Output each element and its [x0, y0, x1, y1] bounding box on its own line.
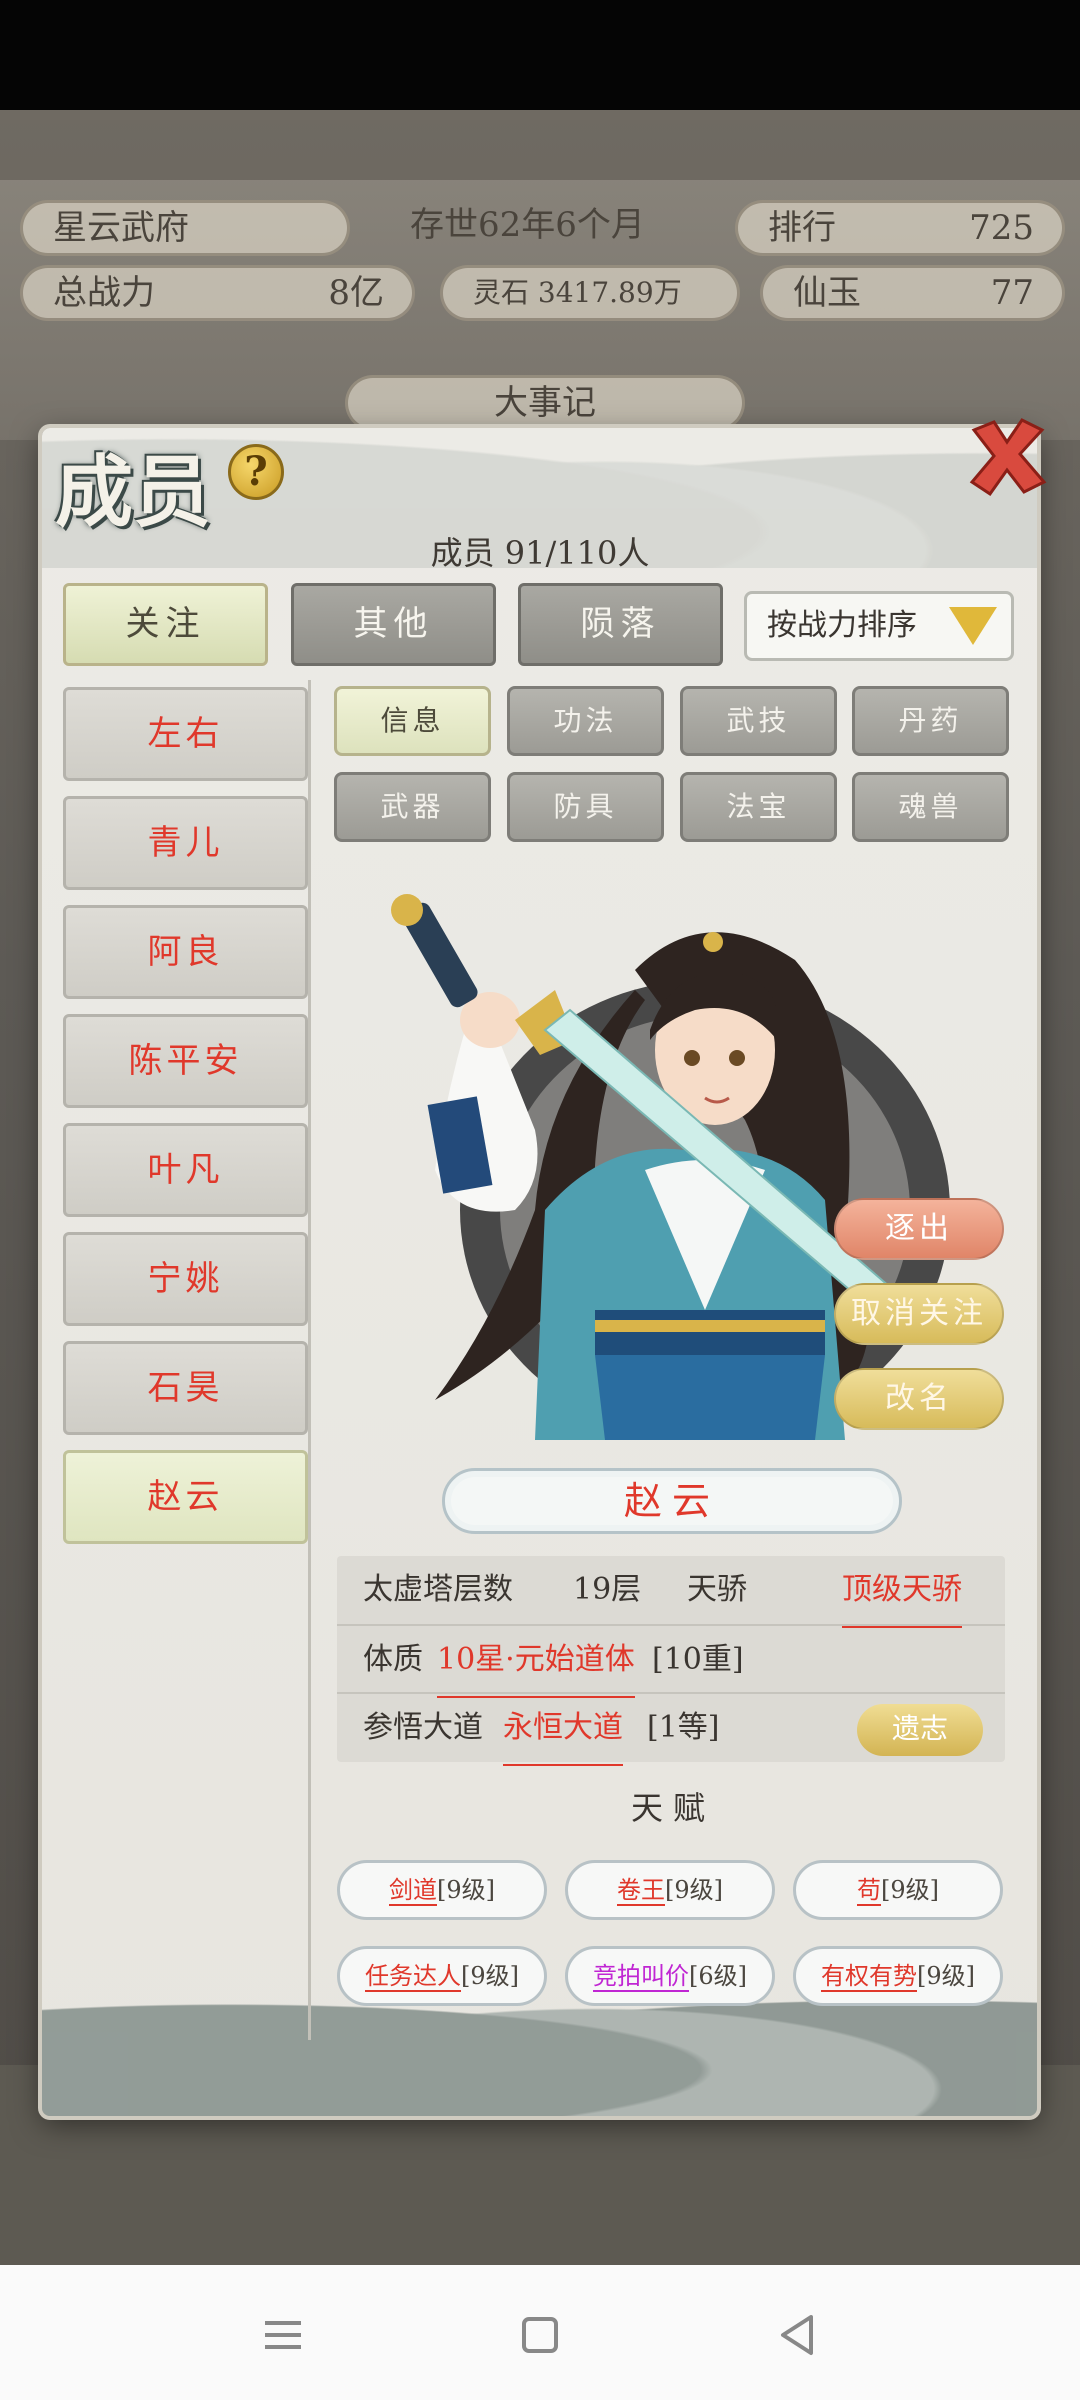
subtab-martial-skills[interactable]: 武技: [680, 686, 837, 756]
subtab-info[interactable]: 信息: [334, 686, 491, 756]
dao-value: 永恒大道: [503, 1694, 623, 1766]
member-item[interactable]: 陈平安: [63, 1014, 308, 1108]
subtab-armor[interactable]: 防具: [507, 772, 664, 842]
power-value: 8亿: [328, 273, 384, 313]
member-item[interactable]: 青儿: [63, 796, 308, 890]
close-icon[interactable]: [962, 412, 1052, 502]
system-nav-bar: [0, 2265, 1080, 2400]
talent-name: 苟: [857, 1876, 881, 1906]
sort-dropdown[interactable]: 按战力排序: [744, 591, 1014, 661]
talent-name: 剑道: [389, 1876, 437, 1906]
survival-time: 存世62年6个月: [410, 205, 645, 245]
physique-level: [10重]: [652, 1642, 744, 1677]
physique-label: 体质: [363, 1642, 423, 1677]
back-icon[interactable]: [757, 2295, 837, 2375]
stats-row-physique: 体质 10星·元始道体 [10重]: [337, 1624, 1005, 1698]
member-item[interactable]: 石昊: [63, 1341, 308, 1435]
member-item[interactable]: 宁姚: [63, 1232, 308, 1326]
rank-value: 顶级天骄: [842, 1556, 962, 1628]
unfollow-button[interactable]: 取消关注: [834, 1283, 1004, 1345]
talent-level: [9级]: [917, 1962, 975, 1990]
rank-value: 725: [969, 208, 1034, 248]
talent-title: 天赋: [630, 1789, 715, 1827]
talent-name: 有权有势: [821, 1962, 917, 1992]
tower-label: 太虚塔层数: [363, 1572, 513, 1607]
jade-value: 77: [990, 273, 1034, 313]
stats-panel: 太虚塔层数 19层 天骄 顶级天骄 体质 10星·元始道体 [10重] 参悟大道…: [337, 1556, 1005, 1766]
talent-badge[interactable]: 剑道[9级]: [337, 1860, 547, 1920]
tab-following[interactable]: 关注: [63, 583, 268, 666]
rank-label: 排行: [768, 208, 836, 248]
talent-name: 卷王: [617, 1876, 665, 1906]
expel-button[interactable]: 逐出: [834, 1198, 1004, 1260]
tab-fallen[interactable]: 陨落: [518, 583, 723, 666]
subtab-weapons[interactable]: 武器: [334, 772, 491, 842]
member-item[interactable]: 左右: [63, 687, 308, 781]
talent-level: [6级]: [689, 1962, 747, 1990]
talent-level: [9级]: [881, 1876, 939, 1904]
spirit-stone: 灵石 3417.89万: [440, 265, 740, 321]
talent-badge[interactable]: 任务达人[9级]: [337, 1946, 547, 2006]
member-list: 左右 青儿 阿良 陈平安 叶凡 宁姚 石昊 赵云: [63, 680, 308, 2040]
jade-label: 仙玉: [793, 273, 861, 313]
talent-level: [9级]: [665, 1876, 723, 1904]
subtab-treasures[interactable]: 法宝: [680, 772, 837, 842]
rename-button[interactable]: 改名: [834, 1368, 1004, 1430]
physique-value: 10星·元始道体: [437, 1626, 635, 1698]
sort-label: 按战力排序: [767, 608, 917, 643]
character-name: 赵云: [442, 1468, 902, 1534]
column-divider: [308, 680, 311, 2040]
rank-pill[interactable]: 排行 725: [735, 200, 1065, 256]
member-item[interactable]: 叶凡: [63, 1123, 308, 1217]
subtab-pills[interactable]: 丹药: [852, 686, 1009, 756]
tower-value: 19层: [573, 1572, 642, 1607]
talent-badge[interactable]: 卷王[9级]: [565, 1860, 775, 1920]
dropdown-triangle-icon: [949, 607, 997, 645]
member-item-selected[interactable]: 赵云: [63, 1450, 308, 1544]
subtab-techniques[interactable]: 功法: [507, 686, 664, 756]
legacy-button[interactable]: 遗志: [857, 1704, 983, 1756]
help-icon[interactable]: ?: [228, 444, 284, 500]
stats-row-tower: 太虚塔层数 19层 天骄 顶级天骄: [337, 1556, 1005, 1628]
sect-name: 星云武府: [20, 200, 350, 256]
dao-label: 参悟大道: [363, 1710, 483, 1745]
talent-name: 任务达人: [365, 1962, 461, 1992]
member-item[interactable]: 阿良: [63, 905, 308, 999]
tab-others[interactable]: 其他: [291, 583, 496, 666]
talent-name: 竞拍叫价: [593, 1962, 689, 1992]
talent-badge[interactable]: 竞拍叫价[6级]: [565, 1946, 775, 2006]
member-count: 成员 91/110人: [430, 534, 650, 572]
power-label: 总战力: [53, 273, 155, 313]
home-icon[interactable]: [500, 2295, 580, 2375]
talent-level: [9级]: [437, 1876, 495, 1904]
power-pill: 总战力 8亿: [20, 265, 415, 321]
talent-badge[interactable]: 有权有势[9级]: [793, 1946, 1003, 2006]
stats-row-dao: 参悟大道 永恒大道 [1等] 遗志: [337, 1692, 1005, 1766]
panel-title: 成员: [55, 447, 212, 538]
chronicle-button[interactable]: 大事记: [345, 375, 745, 431]
jade-pill: 仙玉 77: [760, 265, 1065, 321]
status-bar: [0, 0, 1080, 110]
subtab-spirit-beasts[interactable]: 魂兽: [852, 772, 1009, 842]
menu-icon[interactable]: [243, 2295, 323, 2375]
rank-label: 天骄: [687, 1572, 747, 1607]
talent-level: [9级]: [461, 1962, 519, 1990]
dao-level: [1等]: [647, 1710, 720, 1745]
talent-badge[interactable]: 苟[9级]: [793, 1860, 1003, 1920]
